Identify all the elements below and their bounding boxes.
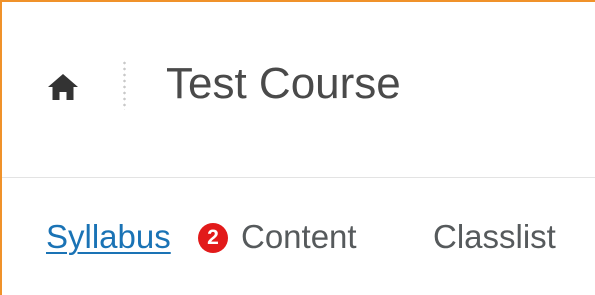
nav-item-syllabus[interactable]: Syllabus [46, 212, 171, 262]
header-divider [123, 60, 126, 110]
course-navbar: Syllabus 2 Content Classlist [46, 212, 591, 262]
home-icon [48, 74, 78, 100]
course-frame: Test Course Syllabus 2 Content Classlist [0, 0, 595, 295]
nav-item-classlist[interactable]: Classlist [433, 212, 556, 262]
nav-item-content[interactable]: Content [241, 212, 357, 262]
course-header: Test Course [2, 2, 595, 178]
course-title[interactable]: Test Course [166, 54, 401, 114]
notification-badge: 2 [198, 223, 228, 253]
home-button[interactable] [45, 69, 81, 105]
